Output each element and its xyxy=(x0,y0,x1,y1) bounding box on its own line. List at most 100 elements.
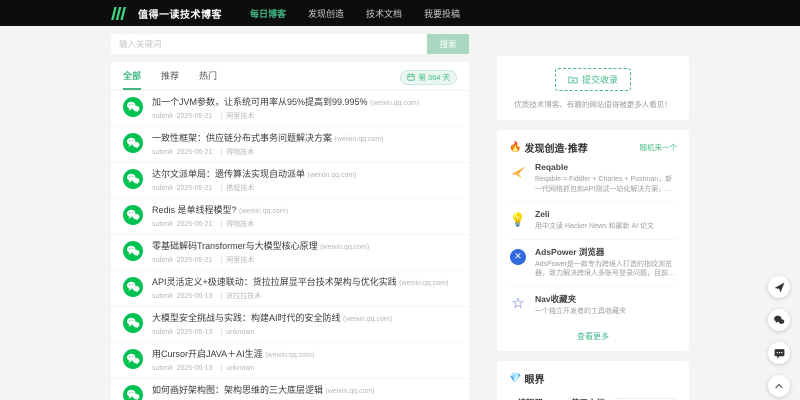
view-more-link[interactable]: 查看更多 xyxy=(509,323,677,351)
random-pick-link[interactable]: 随机来一个 xyxy=(640,142,678,153)
article-source: 货拉拉技术 xyxy=(226,293,262,300)
tab-推荐[interactable]: 推荐 xyxy=(161,69,179,90)
wechat-source-icon xyxy=(123,241,143,261)
submit-card-text: 优质技术博客、有趣的网站值得被更多人看见！ xyxy=(514,100,672,109)
article-title: 用Cursor开启JAVA＋AI生涯 (weixin.qq.com) xyxy=(152,349,315,359)
article-domain: (weixin.qq.com) xyxy=(343,316,393,323)
article-date: 2025-06-21 xyxy=(176,149,213,156)
wechat-contact-button[interactable] xyxy=(768,309,790,331)
discover-item-zeli[interactable]: 💡 Zeli 用中文读 Hacker News 和最新 AI 论文 xyxy=(509,202,677,240)
article-submitter: submit xyxy=(152,149,173,156)
horizon-card-title: 💎 眼界 xyxy=(509,373,545,386)
article-submitter: submit xyxy=(152,293,173,300)
tab-热门[interactable]: 热门 xyxy=(199,69,217,90)
article-date: 2025-06-21 xyxy=(176,113,213,120)
wechat-source-icon xyxy=(123,313,143,333)
article-row[interactable]: Redis 是单线程模型? (weixin.qq.com) submit 2025… xyxy=(111,199,469,235)
wechat-source-icon xyxy=(123,349,143,369)
discover-item-name: Nav收藏夹 xyxy=(535,293,577,304)
discover-item-name: Zeli xyxy=(535,209,550,219)
discover-item-name: Reqable xyxy=(535,162,569,172)
day-badge: 第 364 天 xyxy=(400,69,457,85)
wechat-icon xyxy=(774,315,785,324)
article-date: 2025-06-13 xyxy=(176,293,213,300)
submit-entry-button[interactable]: 提交收录 xyxy=(554,68,631,91)
article-domain: (weixin.qq.com) xyxy=(239,208,289,215)
article-title: API灵活定义+极速联动：货拉拉屏显平台技术架构与优化实践 (weixin.qq… xyxy=(152,277,449,287)
nav-item-每日博客[interactable]: 每日博客 xyxy=(250,7,286,20)
article-row[interactable]: API灵活定义+极速联动：货拉拉屏显平台技术架构与优化实践 (weixin.qq… xyxy=(111,271,469,307)
article-submitter: submit xyxy=(152,329,173,336)
article-date: 2025-06-13 xyxy=(176,365,213,372)
wechat-source-icon xyxy=(123,133,143,153)
article-row[interactable]: 用Cursor开启JAVA＋AI生涯 (weixin.qq.com) submi… xyxy=(111,343,469,379)
share-paper-plane-button[interactable] xyxy=(768,276,790,298)
article-source: unknown xyxy=(226,365,255,372)
article-date: 2025-06-21 xyxy=(176,185,213,192)
chevron-up-icon xyxy=(775,383,783,389)
horizon-card: 💎 眼界 AI编辑器Cursor使用文档 Cursor (docs.cursor… xyxy=(497,361,689,400)
nav-menu: 每日博客 发现创造 技术文档 我要投稿 xyxy=(250,7,460,20)
article-submitter: submit xyxy=(152,185,173,192)
nav-item-发现创造[interactable]: 发现创造 xyxy=(308,7,344,20)
discover-item-desc: AdsPower是一款专为跨境人打造的指纹浏览器，致力解决跨境人多账号登录问题，… xyxy=(535,260,675,278)
article-list: 加一个JVM参数，让系统可用率从95%提高到99.995% (weixin.qq… xyxy=(111,91,469,400)
site-logo-icon[interactable] xyxy=(111,6,128,20)
nav-item-技术文档[interactable]: 技术文档 xyxy=(366,7,402,20)
article-domain: (weixin.qq.com) xyxy=(370,100,420,107)
floating-action-buttons xyxy=(768,276,790,397)
folder-plus-icon xyxy=(568,76,578,84)
article-source: 阿里技术 xyxy=(226,257,255,264)
article-domain: (weixin.qq.com) xyxy=(325,388,375,395)
wechat-source-icon xyxy=(123,97,143,117)
article-meta: submit 2025-06-21 | 阿里技术 xyxy=(152,257,255,264)
article-meta: submit 2025-06-21 | 得物技术 xyxy=(152,149,255,156)
tab-全部[interactable]: 全部 xyxy=(123,69,142,90)
article-date: 2025-06-13 xyxy=(176,329,213,336)
article-row[interactable]: 如何画好架构图：架构思维的三大底层逻辑 (weixin.qq.com) subm… xyxy=(111,379,469,400)
site-title[interactable]: 值得一读技术博客 xyxy=(138,6,222,21)
adspower-icon: ✕ xyxy=(509,248,527,266)
discover-item-desc: Reqable = Fiddler + Charles + Postman，新一… xyxy=(535,176,673,193)
article-row[interactable]: 零基础解码Transformer与大模型核心原理 (weixin.qq.com)… xyxy=(111,235,469,271)
discover-list: Reqable Reqable = Fiddler + Charles + Po… xyxy=(509,155,677,323)
back-to-top-button[interactable] xyxy=(768,375,790,397)
reqable-icon xyxy=(509,163,527,181)
feedback-comment-button[interactable] xyxy=(768,342,790,364)
article-title: 大模型安全挑战与实践：构建AI时代的安全防线 (weixin.qq.com) xyxy=(152,313,393,323)
discover-item-reqable[interactable]: Reqable Reqable = Fiddler + Charles + Po… xyxy=(509,155,677,202)
article-source: unknown xyxy=(226,329,255,336)
discover-item-adspower[interactable]: ✕ AdsPower 浏览器 AdsPower是一款专为跨境人打造的指纹浏览器，… xyxy=(509,240,677,287)
comment-icon xyxy=(774,348,784,358)
wechat-source-icon xyxy=(123,277,143,297)
article-meta: submit 2025-06-21 | 阿里技术 xyxy=(152,113,255,120)
wechat-source-icon xyxy=(123,205,143,225)
article-row[interactable]: 一致性框架：供应链分布式事务问题解决方案 (weixin.qq.com) sub… xyxy=(111,127,469,163)
navbar: 值得一读技术博客 每日博客 发现创造 技术文档 我要投稿 xyxy=(0,0,800,26)
article-domain: (weixin.qq.com) xyxy=(334,136,384,143)
wechat-source-icon xyxy=(123,385,143,400)
article-date: 2025-06-21 xyxy=(176,257,213,264)
article-meta: submit 2025-06-13 | unknown xyxy=(152,329,255,336)
article-row[interactable]: 达尔文派单局：遗传算法实现自动派单 (weixin.qq.com) submit… xyxy=(111,163,469,199)
search-bar: 搜索 xyxy=(111,34,469,54)
article-source: 得物技术 xyxy=(226,149,255,156)
discover-card: 🔥 发现创造·推荐 随机来一个 Reqable Reqable = Fiddle… xyxy=(497,130,689,351)
search-button[interactable]: 搜索 xyxy=(427,34,469,54)
article-row[interactable]: 加一个JVM参数，让系统可用率从95%提高到99.995% (weixin.qq… xyxy=(111,91,469,127)
article-submitter: submit xyxy=(152,257,173,264)
calendar-icon xyxy=(407,73,415,81)
article-domain: (weixin.qq.com) xyxy=(265,352,315,359)
discover-card-title: 🔥 发现创造·推荐 xyxy=(509,142,588,155)
article-meta: submit 2025-06-21 | 得物技术 xyxy=(152,221,255,228)
article-domain: (weixin.qq.com) xyxy=(399,280,449,287)
search-input[interactable] xyxy=(111,34,427,54)
article-title: 达尔文派单局：遗传算法实现自动派单 (weixin.qq.com) xyxy=(152,169,357,179)
article-domain: (weixin.qq.com) xyxy=(307,172,357,179)
article-title: Redis 是单线程模型? (weixin.qq.com) xyxy=(152,205,289,215)
discover-item-name: AdsPower 浏览器 xyxy=(535,246,605,257)
discover-item-nav[interactable]: ☆ Nav收藏夹 一个独立开发者的工具收藏夹 xyxy=(509,287,677,324)
article-meta: submit 2025-06-13 | unknown xyxy=(152,365,255,372)
article-row[interactable]: 大模型安全挑战与实践：构建AI时代的安全防线 (weixin.qq.com) s… xyxy=(111,307,469,343)
nav-item-我要投稿[interactable]: 我要投稿 xyxy=(424,7,460,20)
